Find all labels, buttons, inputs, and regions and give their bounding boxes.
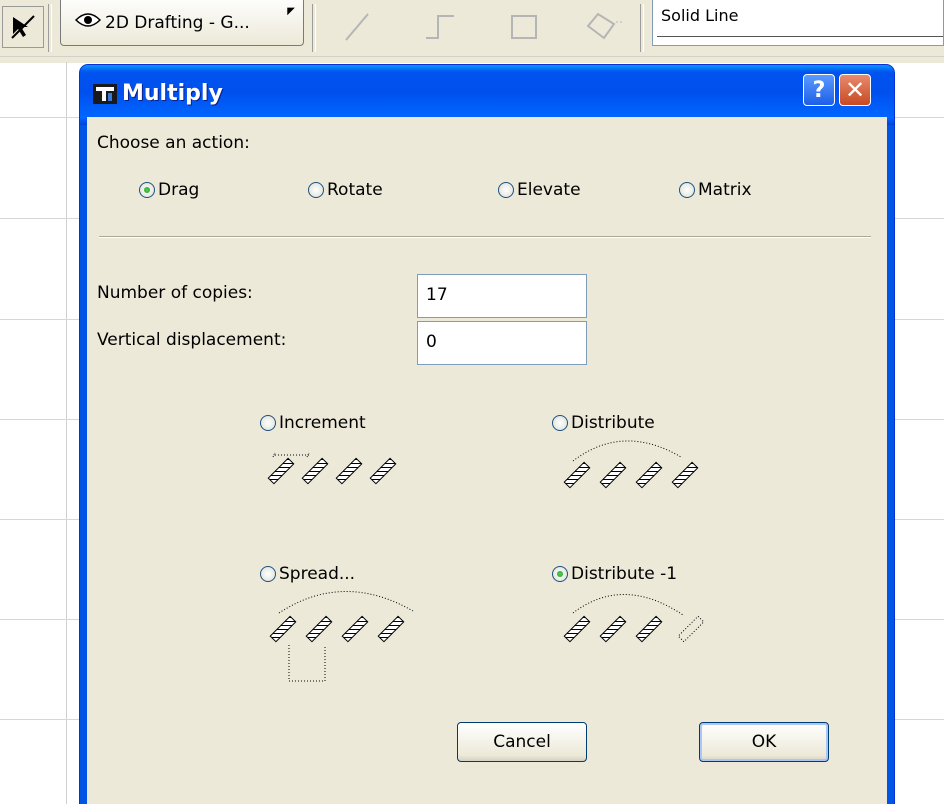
action-radio-matrix[interactable]: Matrix (679, 180, 752, 200)
distribute-diagram-icon (563, 440, 699, 489)
radio-label: Distribute (571, 413, 655, 433)
action-radio-drag[interactable]: Drag (139, 180, 199, 200)
dropdown-arrow-icon: ◤ (287, 6, 295, 17)
mode-radio-distribute-minus-one[interactable]: Distribute -1 (552, 564, 677, 584)
polyline-tool-icon[interactable] (422, 6, 458, 46)
pet-palette-button[interactable] (2, 6, 44, 48)
cancel-button[interactable]: Cancel (457, 722, 587, 762)
ok-button[interactable]: OK (699, 722, 829, 762)
distribute-minus-one-diagram-icon (563, 594, 705, 643)
copies-label: Number of copies: (97, 283, 253, 303)
radio-label: Increment (279, 413, 366, 433)
increment-diagram-icon (267, 452, 397, 485)
toolbar-separator (48, 4, 52, 52)
dialog-titlebar[interactable]: Multiply ? ✕ (80, 65, 894, 125)
radio-icon (260, 415, 276, 431)
close-button[interactable]: ✕ (839, 74, 871, 106)
radio-icon (308, 182, 324, 198)
line-sample (657, 36, 943, 37)
radio-selected-icon (552, 566, 568, 582)
radio-selected-icon (139, 182, 155, 198)
action-radio-rotate[interactable]: Rotate (308, 180, 383, 200)
line-type-value: Solid Line (661, 6, 739, 25)
toolbar-separator (640, 4, 644, 52)
radio-label: Matrix (698, 180, 752, 200)
copies-input[interactable]: 17 (417, 274, 587, 318)
radio-label: Spread... (279, 564, 356, 584)
section-divider (99, 236, 871, 238)
canvas-grid-line (66, 62, 67, 804)
mode-radio-increment[interactable]: Increment (260, 413, 366, 433)
radio-icon (679, 182, 695, 198)
line-type-combo[interactable]: Solid Line (652, 0, 944, 46)
radio-label: Elevate (517, 180, 581, 200)
radio-icon (498, 182, 514, 198)
eye-icon (74, 12, 102, 33)
radio-icon (552, 415, 568, 431)
app-toolbar: 2D Drafting - G... ◤ Solid Line (0, 0, 944, 58)
mode-radio-spread[interactable]: Spread... (260, 564, 355, 584)
spread-diagram-icon (269, 591, 414, 682)
multiply-dialog: Multiply ? ✕ Choose an action: Drag Rota… (80, 65, 894, 804)
multiply-icon (92, 81, 118, 107)
toolbar-separator (312, 4, 316, 52)
layer-combination-label: 2D Drafting - G... (105, 12, 250, 33)
arrow-tool-icon (11, 15, 35, 39)
radio-label: Drag (158, 180, 200, 200)
radio-label: Distribute -1 (571, 564, 678, 584)
line-tool-icon[interactable] (340, 6, 376, 46)
dialog-title: Multiply (122, 81, 223, 106)
mode-radio-distribute[interactable]: Distribute (552, 413, 655, 433)
vertical-displacement-input[interactable]: 0 (417, 321, 587, 365)
choose-action-label: Choose an action: (97, 133, 250, 153)
layer-combination-button[interactable]: 2D Drafting - G... ◤ (60, 0, 304, 46)
vertical-displacement-label: Vertical displacement: (97, 330, 287, 350)
rotated-rectangle-tool-icon[interactable] (584, 6, 624, 46)
help-button[interactable]: ? (803, 74, 835, 106)
radio-label: Rotate (327, 180, 383, 200)
rectangle-tool-icon[interactable] (508, 6, 544, 46)
dialog-body: Choose an action: Drag Rotate Elevate Ma… (87, 117, 887, 804)
action-radio-elevate[interactable]: Elevate (498, 180, 581, 200)
toolbar-bottom-strip (0, 56, 944, 63)
radio-icon (260, 566, 276, 582)
